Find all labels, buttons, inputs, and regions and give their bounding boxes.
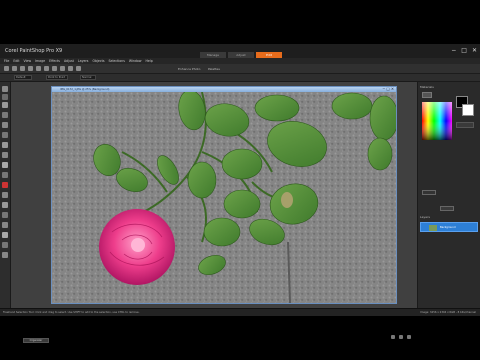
shape-tool-icon[interactable] xyxy=(2,222,8,228)
freehand-selection-tool-icon[interactable] xyxy=(2,122,8,128)
palette-option-button-2[interactable] xyxy=(440,206,454,211)
new-file-icon[interactable] xyxy=(4,66,9,71)
materials-palette-title: Materials xyxy=(420,85,434,89)
open-file-icon[interactable] xyxy=(12,66,17,71)
clone-tool-icon[interactable] xyxy=(2,192,8,198)
standard-toolbar: Enhance Photo Palettes xyxy=(0,64,480,74)
photo-canvas xyxy=(52,92,396,303)
crop-icon[interactable] xyxy=(60,66,65,71)
dock-icon-2[interactable] xyxy=(399,335,403,339)
text-tool-icon[interactable] xyxy=(2,162,8,168)
image-info: Image: 3456 x 2304 x RGB - 8 bits/channe… xyxy=(420,311,476,314)
rotate-icon[interactable] xyxy=(68,66,73,71)
selection-type-dropdown[interactable]: Point to Point xyxy=(46,75,68,80)
background-color-swatch[interactable] xyxy=(462,104,474,116)
undo-icon[interactable] xyxy=(36,66,41,71)
save-icon[interactable] xyxy=(20,66,25,71)
red-eye-tool-icon[interactable] xyxy=(2,182,8,188)
enhance-photo-menu[interactable]: Enhance Photo xyxy=(178,67,200,71)
maximize-button[interactable]: □ xyxy=(461,47,467,54)
pen-tool-icon[interactable] xyxy=(2,232,8,238)
app-title: Corel PaintShop Pro X9 xyxy=(5,48,63,54)
pan-tool-icon[interactable] xyxy=(2,94,8,100)
smudge-tool-icon[interactable] xyxy=(2,242,8,248)
print-icon[interactable] xyxy=(28,66,33,71)
zoom-icon[interactable] xyxy=(52,66,57,71)
layer-name: Background xyxy=(440,226,456,229)
window-controls: − □ ✕ xyxy=(451,47,477,54)
zoom-tool-icon[interactable] xyxy=(2,102,8,108)
organizer-tab[interactable]: Organizer xyxy=(23,338,49,343)
palette-tab-icon[interactable] xyxy=(422,92,432,98)
layer-row-background[interactable]: Background xyxy=(420,222,478,232)
fill-tool-icon[interactable] xyxy=(2,212,8,218)
tool-options-bar: Default Point to Point Normal xyxy=(0,74,480,82)
palettes-menu[interactable]: Palettes xyxy=(208,67,220,71)
preset-dropdown[interactable]: Default xyxy=(14,75,32,80)
layers-palette-title: Layers xyxy=(420,215,430,219)
title-bar: Corel PaintShop Pro X9 Manage Adjust Edi… xyxy=(0,44,480,58)
brush-tool-icon[interactable] xyxy=(2,172,8,178)
eraser-tool-icon[interactable] xyxy=(2,202,8,208)
color-swatches[interactable] xyxy=(422,102,452,140)
document-window: IMG_0172_1.JPG @ 25% (Background) − □ ✕ xyxy=(51,86,397,304)
pick-tool-icon[interactable] xyxy=(2,86,8,92)
dropper-tool-icon[interactable] xyxy=(2,132,8,138)
straighten-tool-icon[interactable] xyxy=(2,152,8,158)
redo-icon[interactable] xyxy=(44,66,49,71)
minimize-button[interactable]: − xyxy=(451,47,456,54)
app-window: Corel PaintShop Pro X9 Manage Adjust Edi… xyxy=(0,44,480,343)
doc-maximize-button[interactable]: □ xyxy=(386,87,389,91)
doc-close-button[interactable]: ✕ xyxy=(391,87,394,91)
close-button[interactable]: ✕ xyxy=(472,47,477,54)
palette-option-button-1[interactable] xyxy=(422,190,436,195)
dock-buttons xyxy=(391,335,411,339)
rose-photo[interactable] xyxy=(52,92,396,303)
tools-toolbar xyxy=(0,82,11,308)
dock-icon-1[interactable] xyxy=(391,335,395,339)
crop-tool-icon[interactable] xyxy=(2,142,8,148)
doc-minimize-button[interactable]: − xyxy=(382,87,385,91)
layer-thumbnail xyxy=(429,225,437,231)
mode-dropdown[interactable]: Normal xyxy=(80,75,96,80)
selection-tool-icon[interactable] xyxy=(2,112,8,118)
right-palettes: Materials Layers Background xyxy=(417,82,480,308)
status-hint: Freehand Selection Tool: Click and drag … xyxy=(3,311,140,314)
status-bar: Freehand Selection Tool: Click and drag … xyxy=(0,308,480,316)
fit-icon[interactable] xyxy=(76,66,81,71)
dock-icon-3[interactable] xyxy=(407,335,411,339)
material-properties-button[interactable] xyxy=(456,122,474,128)
retouch-tool-icon[interactable] xyxy=(2,252,8,258)
canvas-workspace: IMG_0172_1.JPG @ 25% (Background) − □ ✕ xyxy=(11,82,417,343)
